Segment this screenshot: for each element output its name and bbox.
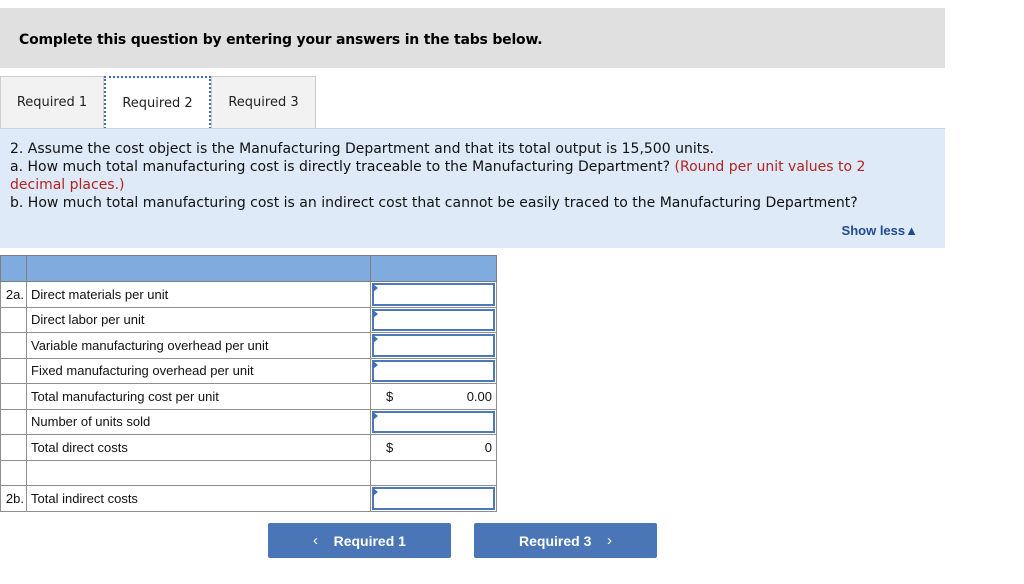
input-flag-icon [373, 309, 378, 318]
total-cost-per-unit-cell: $0.00 [370, 383, 497, 410]
triangle-up-icon: ▲ [905, 223, 918, 238]
units-sold-input[interactable] [372, 410, 495, 433]
show-less-link[interactable]: Show less▲ [842, 223, 918, 238]
tab-required-1[interactable]: Required 1 [0, 76, 104, 129]
tab-bar: Required 1 Required 2 Required 3 [0, 76, 316, 129]
row-prefix: 2b. [0, 485, 27, 512]
input-flag-icon [373, 488, 378, 496]
question-prompt: 2. Assume the cost object is the Manufac… [0, 128, 945, 248]
chevron-right-icon: › [606, 532, 612, 549]
prompt-question-a: a. How much total manufacturing cost is … [10, 159, 675, 175]
direct-labor-input[interactable] [372, 308, 495, 331]
row-prefix: 2a. [0, 281, 27, 308]
variable-overhead-input[interactable] [372, 334, 495, 357]
input-flag-icon [373, 360, 378, 369]
input-flag-icon [373, 335, 378, 343]
prompt-question-b: b. How much total manufacturing cost is … [10, 195, 858, 211]
row-label: Direct materials per unit [26, 281, 371, 308]
total-direct-costs-value: 0 [484, 440, 492, 455]
table-row-blank [0, 459, 497, 486]
row-prefix [0, 383, 27, 410]
row-label: Direct labor per unit [26, 306, 371, 333]
total-direct-costs-cell: $0 [370, 434, 497, 461]
next-required-3-button[interactable]: Required 3 › [474, 523, 657, 558]
table-row: Number of units sold [0, 408, 497, 435]
row-prefix [0, 332, 27, 359]
chevron-left-icon: ‹ [313, 532, 319, 549]
total-cost-per-unit-value: 0.00 [466, 389, 492, 404]
table-row: 2b. Total indirect costs [0, 485, 497, 512]
row-prefix [0, 408, 27, 435]
rounding-instruction: (Round per unit values to 2 [674, 159, 866, 175]
row-prefix [0, 357, 27, 384]
prev-required-1-button[interactable]: ‹ Required 1 [268, 523, 451, 558]
instructions-text: Complete this question by entering your … [19, 32, 543, 48]
fixed-overhead-input[interactable] [372, 359, 495, 382]
row-label: Variable manufacturing overhead per unit [26, 332, 371, 359]
row-prefix [0, 306, 27, 333]
show-less-label: Show less [841, 223, 906, 238]
tab-required-3[interactable]: Required 3 [211, 76, 316, 129]
table-row: Fixed manufacturing overhead per unit [0, 357, 497, 384]
row-label: Number of units sold [26, 408, 371, 435]
currency-symbol: $ [386, 389, 394, 404]
table-row: Total direct costs $0 [0, 434, 497, 461]
table-row: Direct labor per unit [0, 306, 497, 333]
next-button-label: Required 3 [519, 532, 592, 549]
instructions-banner: Complete this question by entering your … [0, 8, 945, 68]
row-label: Fixed manufacturing overhead per unit [26, 357, 371, 384]
prompt-line-2: a. How much total manufacturing cost is … [10, 159, 865, 175]
rounding-instruction-cont: decimal places.) [10, 177, 125, 193]
tab-required-2[interactable]: Required 2 [104, 76, 211, 129]
row-label: Total direct costs [26, 434, 371, 461]
table-row: Variable manufacturing overhead per unit [0, 332, 497, 359]
prompt-line-1: 2. Assume the cost object is the Manufac… [10, 141, 714, 157]
currency-symbol: $ [386, 440, 394, 455]
table-row: Total manufacturing cost per unit $0.00 [0, 383, 497, 410]
row-prefix [0, 434, 27, 461]
answer-table: 2a. Direct materials per unit Direct lab… [0, 255, 497, 512]
input-flag-icon [373, 411, 378, 420]
direct-materials-input[interactable] [372, 283, 495, 306]
table-header-row [0, 255, 497, 282]
total-indirect-costs-input[interactable] [372, 487, 495, 510]
table-row: 2a. Direct materials per unit [0, 281, 497, 308]
row-label: Total indirect costs [26, 485, 371, 512]
row-label: Total manufacturing cost per unit [26, 383, 371, 410]
input-flag-icon [373, 284, 378, 292]
prev-button-label: Required 1 [333, 532, 406, 549]
